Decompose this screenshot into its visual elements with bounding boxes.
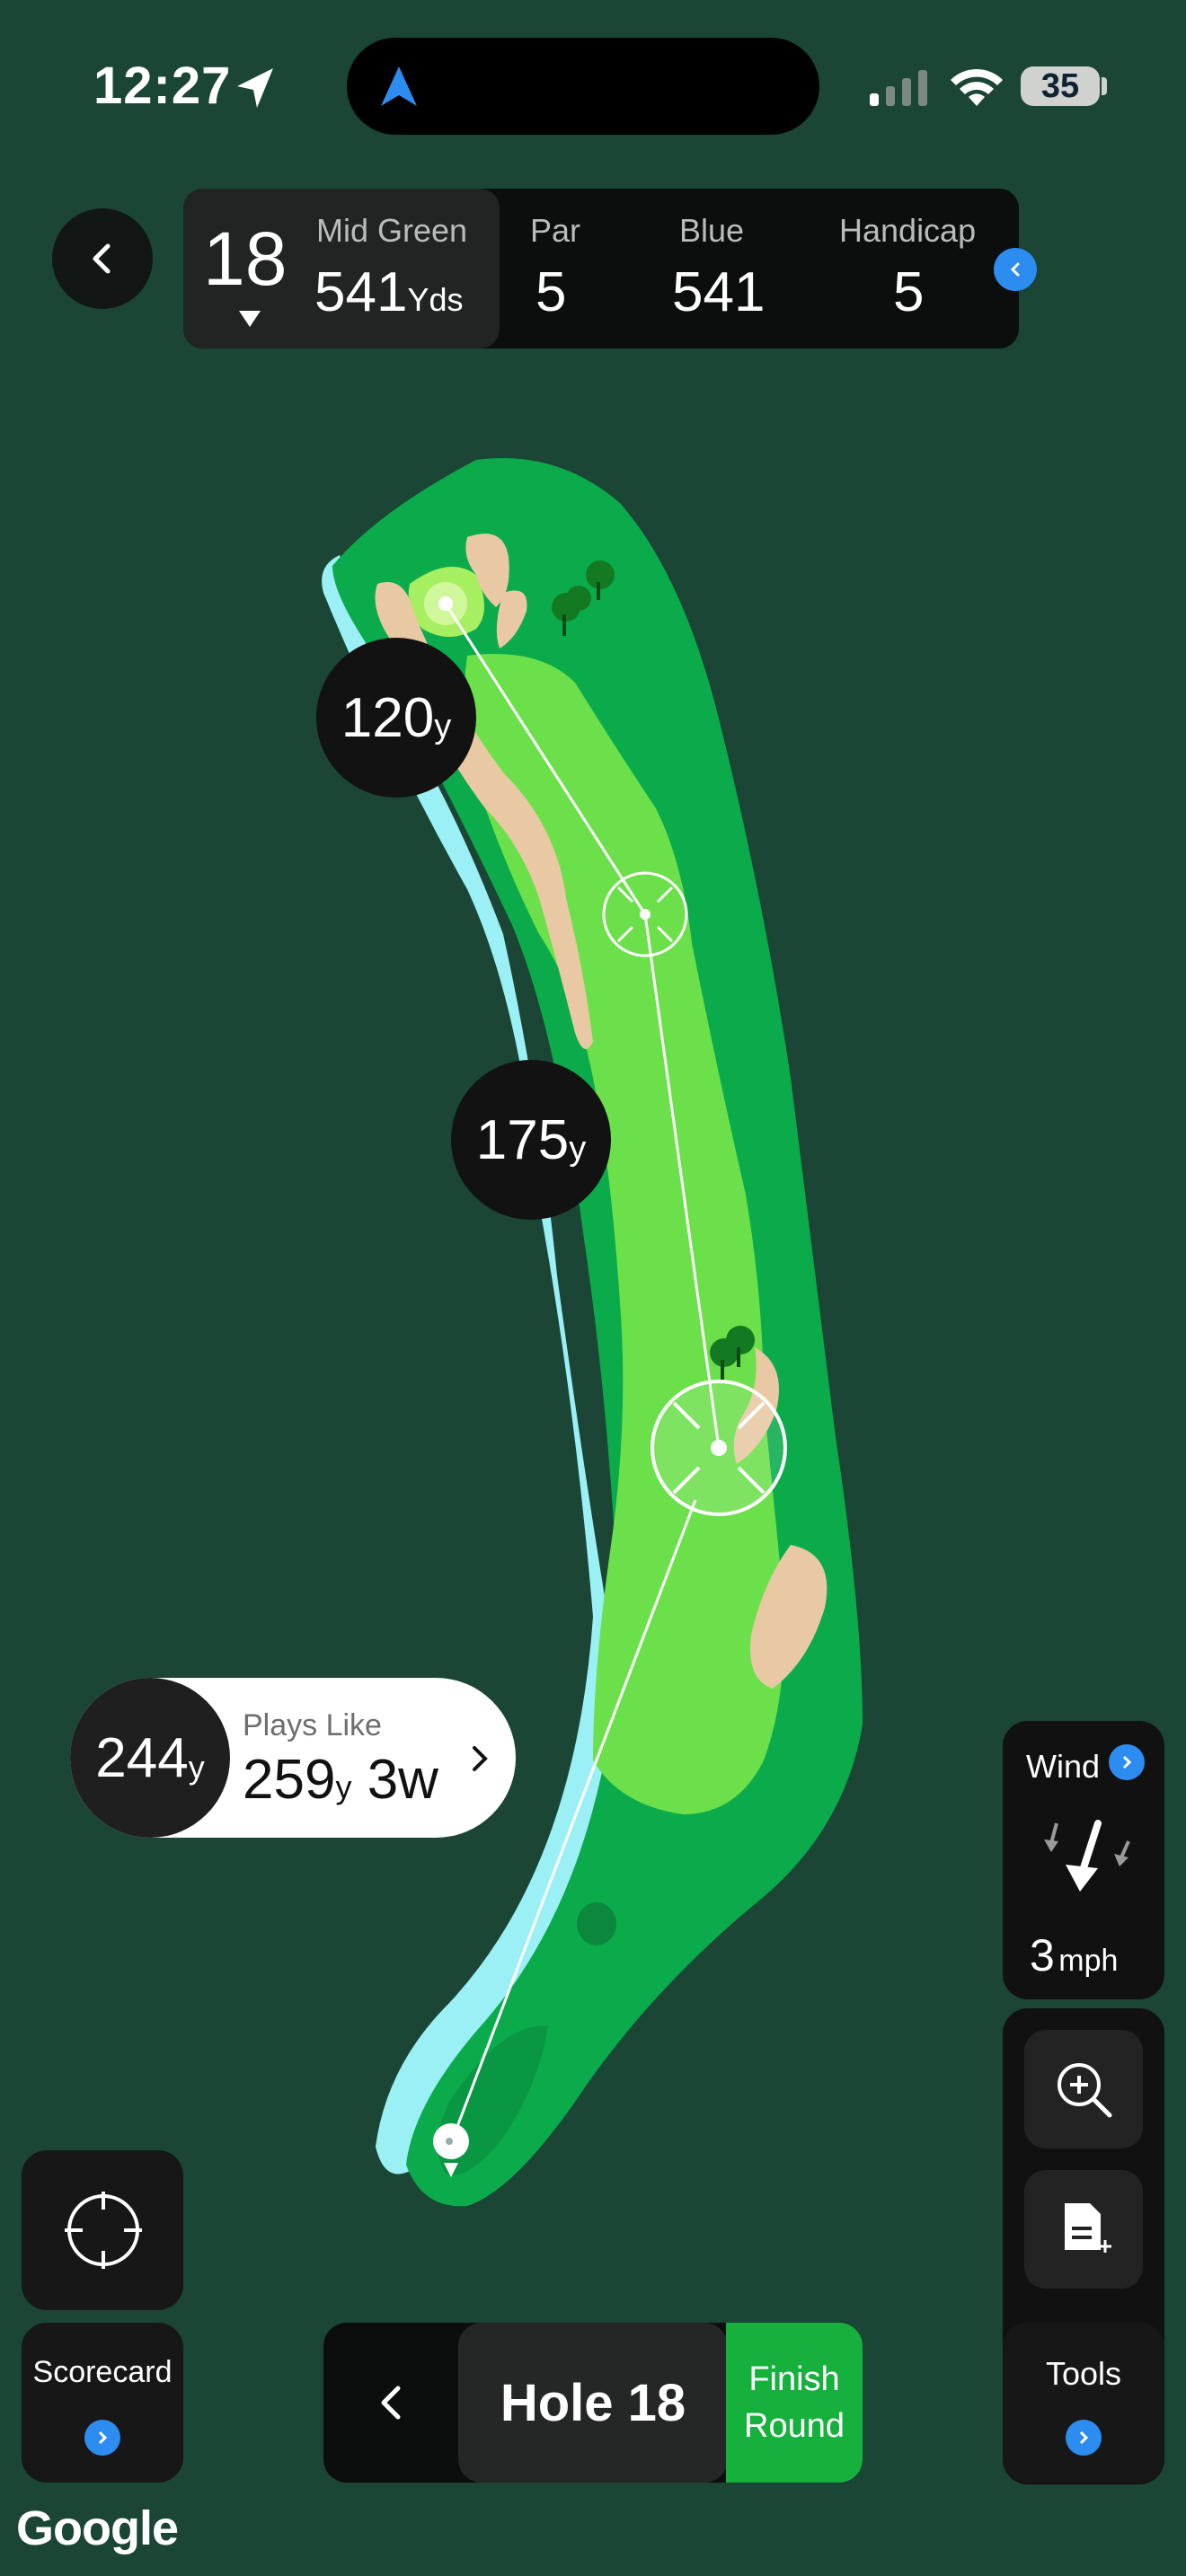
recenter-button[interactable]	[22, 2150, 183, 2310]
previous-hole-button[interactable]	[323, 2323, 458, 2483]
current-hole-button[interactable]: Hole 18	[458, 2323, 728, 2483]
club-suggestion: 3w	[367, 1749, 438, 1811]
plays-like-value: 259y 3w	[243, 1748, 438, 1812]
note-add-icon	[1065, 2203, 1111, 2253]
distance-far-unit: y	[434, 707, 452, 745]
chevron-right-icon	[1079, 2430, 1089, 2445]
distance-value: 244	[95, 1726, 189, 1789]
add-note-button[interactable]	[1024, 2170, 1143, 2289]
distance-far-value: 120	[341, 686, 435, 749]
distance-bubble-far[interactable]: 120 y	[316, 638, 476, 798]
zoom-in-button[interactable]	[1024, 2030, 1143, 2148]
distance-mid-value: 175	[475, 1108, 570, 1171]
tools-label: Tools	[1045, 2355, 1122, 2392]
wind-expand-button[interactable]	[1109, 1744, 1145, 1780]
distance-to-target: 244 y	[70, 1678, 230, 1838]
wind-direction-icon	[1044, 1820, 1130, 1892]
finish-round-button[interactable]: Finish Round	[726, 2323, 863, 2483]
adjusted-distance: 259	[243, 1749, 336, 1811]
zoom-in-icon	[1058, 2063, 1112, 2118]
chevron-right-icon	[98, 2430, 108, 2445]
chevron-left-icon	[381, 2386, 401, 2420]
wind-speed-value: 3	[1030, 1930, 1055, 1981]
adjusted-unit: y	[335, 1769, 352, 1805]
map-attribution: Google	[16, 2501, 179, 2555]
tools-expand-icon	[1066, 2420, 1102, 2456]
pin-marker	[438, 596, 453, 611]
plays-like-label: Plays Like	[243, 1708, 382, 1742]
dark-patch	[577, 1902, 616, 1945]
chevron-right-icon	[1122, 1755, 1132, 1769]
distance-bubble-mid[interactable]: 175 y	[451, 1060, 611, 1220]
tools-button[interactable]: Tools	[1003, 2323, 1164, 2483]
scorecard-expand-icon	[84, 2420, 120, 2456]
scorecard-button[interactable]: Scorecard	[22, 2323, 183, 2483]
distance-unit: y	[188, 1749, 205, 1786]
finish-line2: Round	[744, 2407, 845, 2445]
scorecard-label: Scorecard	[32, 2355, 173, 2389]
wind-panel[interactable]: Wind 3 mph	[1003, 1721, 1164, 1999]
crosshair-icon	[65, 2192, 142, 2269]
wind-speed-unit: mph	[1058, 1944, 1119, 1978]
wind-label: Wind	[1026, 1748, 1101, 1785]
wind-speed: 3 mph	[1030, 1929, 1118, 1981]
chevron-right-icon	[473, 1746, 488, 1771]
distance-mid-unit: y	[569, 1129, 587, 1168]
finish-line1: Finish	[748, 2360, 840, 2398]
